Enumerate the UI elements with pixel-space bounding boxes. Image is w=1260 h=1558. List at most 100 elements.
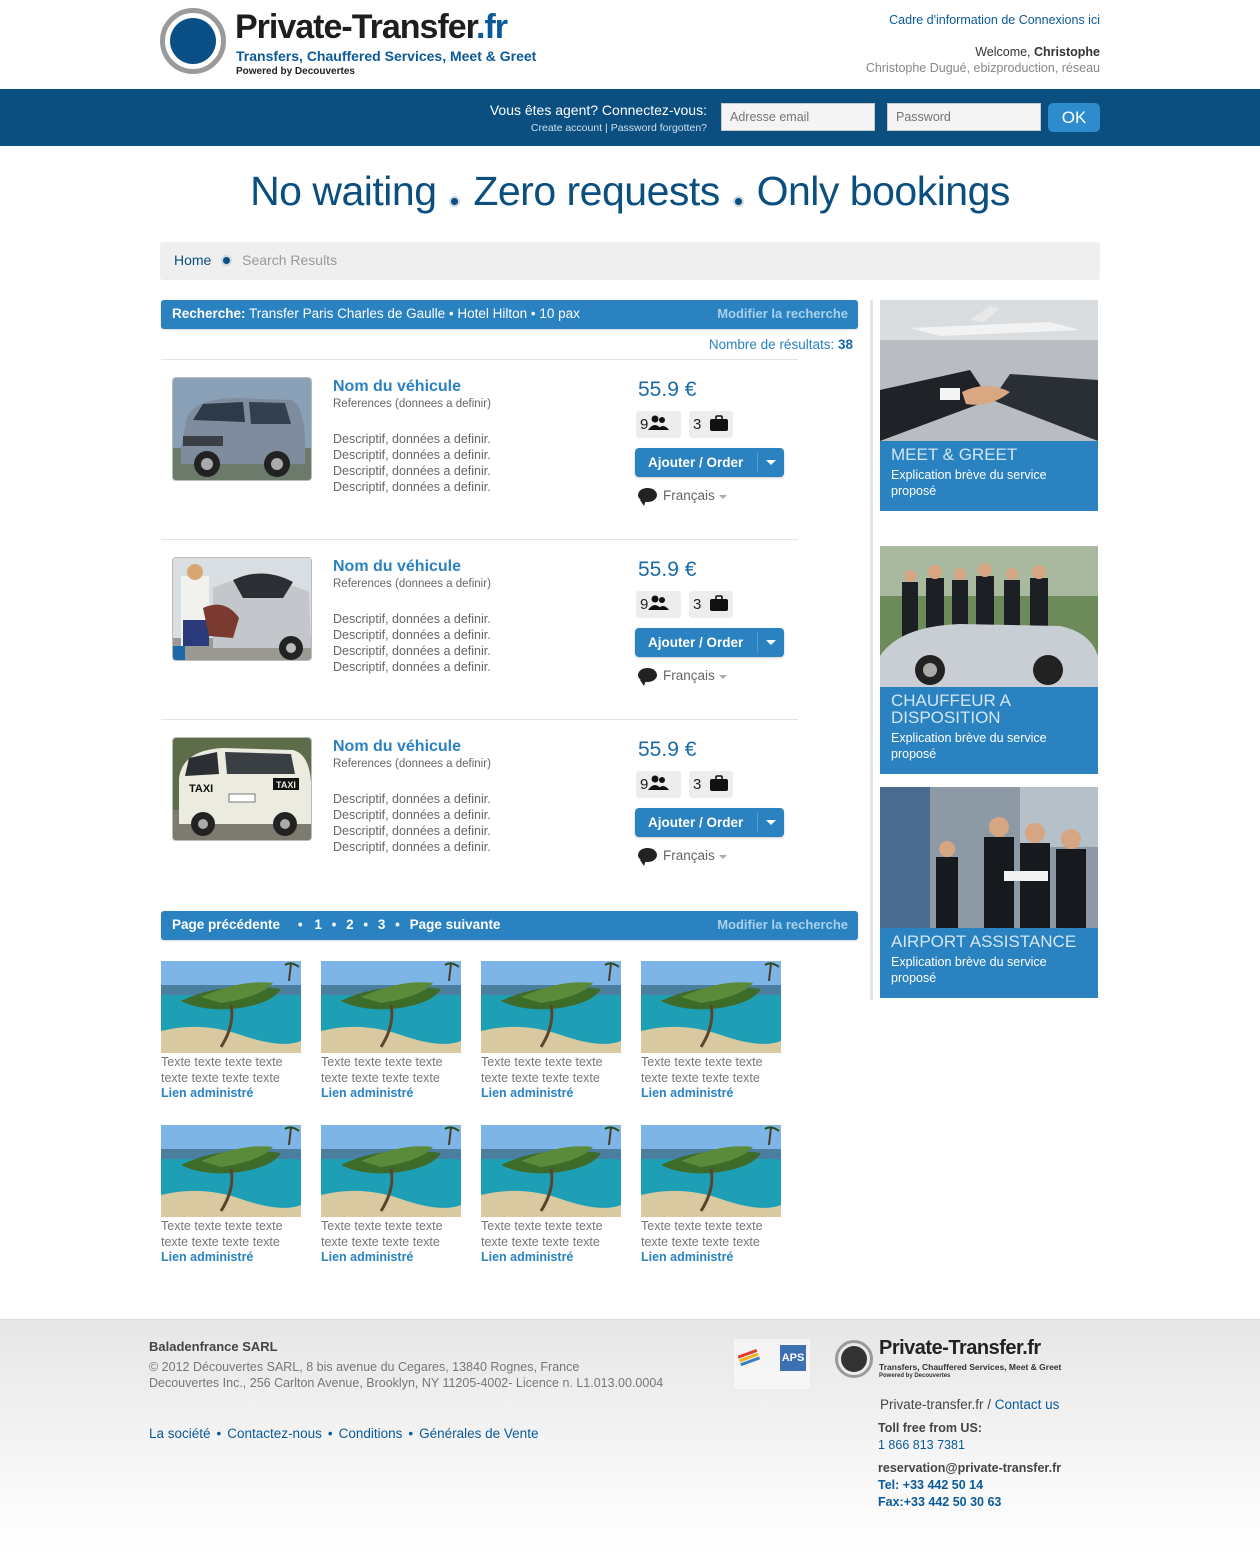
speech-bubble-icon bbox=[638, 848, 657, 866]
service-card[interactable]: CHAUFFEUR A DISPOSITION Explication brève… bbox=[880, 546, 1098, 774]
footer-link-separator: • bbox=[216, 1426, 222, 1441]
order-button[interactable]: Ajouter / Order bbox=[635, 808, 784, 837]
contact-us-link[interactable]: Contact us bbox=[995, 1397, 1060, 1412]
vehicle-description-line: Descriptif, données a definir. bbox=[333, 808, 491, 822]
modify-search-link[interactable]: Modifier la recherche bbox=[717, 306, 848, 321]
language-label: Français bbox=[663, 848, 715, 863]
site-footer: Baladenfrance SARL © 2012 Découvertes SA… bbox=[0, 1319, 1260, 1557]
password-forgotten-link[interactable]: Password forgotten? bbox=[611, 122, 707, 134]
order-button[interactable]: Ajouter / Order bbox=[635, 628, 784, 657]
header-user-panel: Cadre d'information de Connexions ici We… bbox=[866, 13, 1100, 75]
footer-link-societe[interactable]: La société bbox=[149, 1426, 211, 1441]
pagination-bullet: • bbox=[331, 917, 337, 932]
page-next-link[interactable]: Page suivante bbox=[410, 917, 501, 932]
dropdown-caret-icon[interactable] bbox=[766, 820, 776, 825]
promo-image[interactable] bbox=[321, 961, 461, 1053]
footer-link-conditions[interactable]: Conditions bbox=[339, 1426, 403, 1441]
service-card[interactable]: AIRPORT ASSISTANCE Explication brève du s… bbox=[880, 787, 1098, 998]
footer-address-line: © 2012 Découvertes SARL, 8 bis avenue du… bbox=[149, 1360, 580, 1374]
agent-login-question: Vous êtes agent? Connectez-vous: bbox=[489, 102, 707, 118]
vehicle-image[interactable] bbox=[172, 377, 312, 481]
vehicle-description: Descriptif, données a definir. Descriptif… bbox=[333, 431, 491, 495]
footer-link-contact[interactable]: Contactez-nous bbox=[227, 1426, 322, 1441]
site-header: Private-Transfer.fr Transfers, Chauffere… bbox=[160, 0, 1100, 89]
email-field[interactable] bbox=[721, 103, 875, 131]
promo-link[interactable]: Lien administré bbox=[321, 1086, 462, 1100]
dropdown-caret-icon[interactable] bbox=[766, 460, 776, 465]
results-count-value: 38 bbox=[837, 337, 853, 352]
page-3-link[interactable]: 3 bbox=[378, 917, 386, 932]
main-content: Recherche: Transfer Paris Charles de Gau… bbox=[160, 300, 1100, 1320]
language-selector[interactable]: Français bbox=[638, 668, 727, 686]
service-image[interactable] bbox=[880, 787, 1098, 928]
service-image[interactable] bbox=[880, 300, 1098, 441]
promo-link[interactable]: Lien administré bbox=[161, 1250, 302, 1264]
result-item: TAXI TAXI Nom du véhicule References (donne… bbox=[161, 719, 798, 899]
welcome-name: Christophe bbox=[1034, 45, 1100, 59]
vehicle-image[interactable]: TAXI TAXI bbox=[172, 737, 312, 841]
luggage-capacity: 3 bbox=[689, 411, 733, 438]
service-body: AIRPORT ASSISTANCE Explication brève du s… bbox=[880, 928, 1098, 998]
breadcrumb-home[interactable]: Home bbox=[174, 252, 211, 268]
service-image[interactable] bbox=[880, 546, 1098, 687]
slogan-part-2: Zero requests bbox=[473, 168, 720, 214]
page-1-link[interactable]: 1 bbox=[314, 917, 322, 932]
promo-image[interactable] bbox=[161, 1125, 301, 1217]
promo-image[interactable] bbox=[161, 961, 301, 1053]
password-field[interactable] bbox=[887, 103, 1041, 131]
page-2-link[interactable]: 2 bbox=[346, 917, 354, 932]
create-account-link[interactable]: Create account bbox=[531, 122, 602, 134]
promo-link[interactable]: Lien administré bbox=[161, 1086, 302, 1100]
coast-photo bbox=[641, 1125, 781, 1217]
coast-photo bbox=[481, 1125, 621, 1217]
coast-photo bbox=[321, 961, 461, 1053]
promo-card: Texte texte texte texte texte texte texte… bbox=[481, 961, 622, 1111]
promo-image[interactable] bbox=[321, 1125, 461, 1217]
phone-number: Tel: +33 442 50 14 bbox=[878, 1478, 984, 1492]
promo-card: Texte texte texte texte texte texte texte… bbox=[321, 961, 462, 1111]
passenger-capacity: 9 bbox=[636, 771, 681, 798]
vehicle-name-link[interactable]: Nom du véhicule bbox=[333, 738, 461, 756]
language-selector[interactable]: Français bbox=[638, 488, 727, 506]
promo-image[interactable] bbox=[481, 1125, 621, 1217]
promo-link[interactable]: Lien administré bbox=[641, 1250, 782, 1264]
chevron-down-icon bbox=[718, 495, 727, 499]
luggage-capacity: 3 bbox=[689, 591, 733, 618]
promo-card: Texte texte texte texte texte texte texte… bbox=[161, 1125, 302, 1275]
footer-link-cgv[interactable]: Générales de Vente bbox=[419, 1426, 538, 1441]
modify-search-link[interactable]: Modifier la recherche bbox=[717, 917, 848, 932]
promo-image[interactable] bbox=[481, 961, 621, 1053]
user-details: Christophe Dugué, ebizproduction, réseau bbox=[865, 61, 1100, 75]
results-column: Recherche: Transfer Paris Charles de Gau… bbox=[161, 300, 858, 1301]
dropdown-caret-icon[interactable] bbox=[766, 640, 776, 645]
vehicle-description-line: Descriptif, données a definir. bbox=[333, 824, 491, 838]
vehicle-image[interactable] bbox=[172, 557, 312, 661]
promo-link[interactable]: Lien administré bbox=[481, 1086, 622, 1100]
luggage-count: 3 bbox=[693, 416, 702, 433]
site-logo[interactable]: Private-Transfer.fr Transfers, Chauffere… bbox=[160, 8, 560, 78]
promo-card: Texte texte texte texte texte texte texte… bbox=[161, 961, 302, 1111]
vehicle-price: 55.9 € bbox=[638, 558, 697, 581]
promo-link[interactable]: Lien administré bbox=[321, 1250, 462, 1264]
service-title: MEET & GREET bbox=[891, 445, 1018, 464]
service-title: AIRPORT ASSISTANCE bbox=[891, 932, 1077, 951]
pagination-bullet: • bbox=[363, 917, 369, 932]
promo-image[interactable] bbox=[641, 961, 781, 1053]
connection-info-link[interactable]: Cadre d'information de Connexions ici bbox=[866, 13, 1100, 27]
vehicle-name-link[interactable]: Nom du véhicule bbox=[333, 558, 461, 576]
login-ok-button[interactable]: OK bbox=[1048, 103, 1100, 132]
order-button[interactable]: Ajouter / Order bbox=[635, 448, 784, 477]
logo-title: Private-Transfer.fr bbox=[235, 8, 508, 46]
page-previous-link[interactable]: Page précédente bbox=[172, 917, 280, 932]
svg-text:TAXI: TAXI bbox=[189, 783, 213, 795]
service-card[interactable]: MEET & GREET Explication brève du service… bbox=[880, 300, 1098, 511]
vehicle-description: Descriptif, données a definir. Descriptif… bbox=[333, 791, 491, 855]
promo-text: Texte texte texte texte texte texte texte… bbox=[641, 1055, 763, 1085]
vehicle-name-link[interactable]: Nom du véhicule bbox=[333, 378, 461, 396]
promo-link[interactable]: Lien administré bbox=[481, 1250, 622, 1264]
language-label: Français bbox=[663, 488, 715, 503]
promo-link[interactable]: Lien administré bbox=[641, 1086, 782, 1100]
car-trunk-photo bbox=[173, 558, 311, 660]
promo-image[interactable] bbox=[641, 1125, 781, 1217]
language-selector[interactable]: Français bbox=[638, 848, 727, 866]
